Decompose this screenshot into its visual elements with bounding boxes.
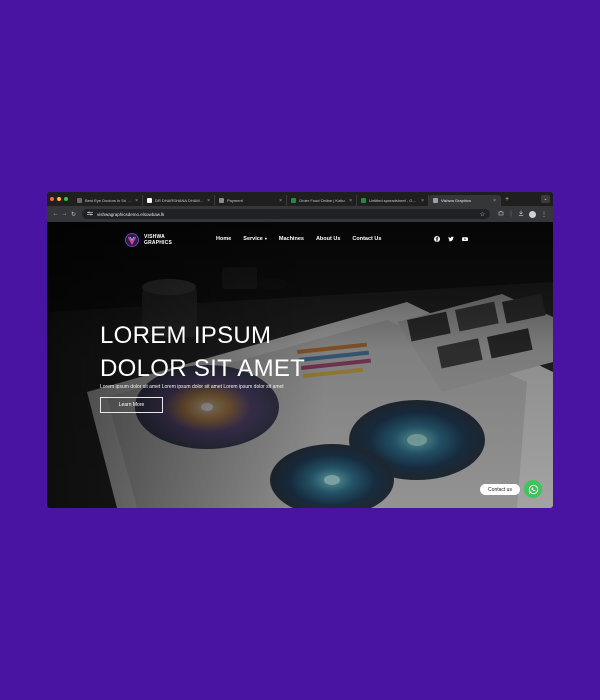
new-tab-button[interactable]: + [505,196,509,203]
learn-more-button[interactable]: Learn More [100,397,163,413]
browser-toolbar: ← → ↻ vishwagraphicsdemo.elsowbaw.lk ☆ |… [47,206,553,222]
tab-favicon-icon [219,198,224,203]
web-page: VISHWA GRAPHICS Home Service ▾ Machines A… [47,222,553,508]
hero-headline-line-1: LOREM IPSUM [100,322,272,349]
toolbar-divider: | [510,211,512,217]
logo-text: VISHWA GRAPHICS [144,234,172,246]
back-button[interactable]: ← [51,211,60,217]
whatsapp-icon [528,484,538,494]
social-links [434,236,468,242]
close-tab-icon[interactable]: × [135,198,138,204]
maximize-window-button[interactable] [64,197,68,201]
close-tab-icon[interactable]: × [279,198,282,204]
site-logo[interactable]: VISHWA GRAPHICS [125,233,172,247]
logo-line-2: GRAPHICS [144,240,172,246]
browser-tab[interactable]: DR DHARSHANA DHAMMIKA × [143,195,215,206]
tab-favicon-icon [291,198,296,203]
browser-tab[interactable]: Vishwa Graphics × [429,195,501,206]
close-window-button[interactable] [50,197,54,201]
tab-title: Order Food Online | Kottu [299,198,345,203]
star-icon[interactable]: ☆ [480,211,485,218]
minimize-window-button[interactable] [57,197,61,201]
tab-search-button[interactable]: ⌄ [541,195,550,203]
menu-service-label: Service [243,236,263,242]
browser-tab[interactable]: Untitled spreadsheet - Google Sheets× [357,195,429,206]
tab-title: Untitled spreadsheet - Google Sheets [369,198,418,203]
hero-subline: Lorem ipsum dolor sit amet Lorem ipsum d… [100,384,284,390]
close-tab-icon[interactable]: × [493,198,496,204]
hero-headline: LOREM IPSUM DOLOR SIT AMET [100,319,305,385]
chevron-down-icon: ▾ [264,236,267,241]
tab-favicon-icon [361,198,366,203]
browser-tab[interactable]: Payment × [215,195,287,206]
close-tab-icon[interactable]: × [349,198,352,204]
reload-button[interactable]: ↻ [69,211,78,218]
window-controls [50,197,68,201]
main-menu: Home Service ▾ Machines About Us Contact … [216,236,381,242]
tab-favicon-icon [77,198,82,203]
twitter-icon[interactable] [448,236,454,242]
address-bar[interactable]: vishwagraphicsdemo.elsowbaw.lk ☆ [82,209,490,219]
menu-machines[interactable]: Machines [279,236,304,242]
tab-title: Payment [227,198,243,203]
tab-favicon-icon [433,198,438,203]
youtube-icon[interactable] [462,236,468,242]
url-text: vishwagraphicsdemo.elsowbaw.lk [97,211,165,217]
menu-service[interactable]: Service ▾ [243,236,267,242]
tabs: Best Eye Doctors in Sri Lanka×DR DHARSHA… [73,192,501,206]
tab-title: DR DHARSHANA DHAMMIKA [155,198,205,203]
menu-about[interactable]: About Us [316,236,340,242]
logo-mark-icon [125,233,139,247]
browser-tab[interactable]: Order Food Online | Kottu × [287,195,357,206]
browser-window: Best Eye Doctors in Sri Lanka×DR DHARSHA… [47,192,553,508]
profile-icon[interactable] [529,210,536,218]
site-info-icon[interactable] [87,211,93,218]
hero-headline-line-2: DOLOR SIT AMET [100,355,306,382]
forward-button[interactable]: → [60,211,69,217]
menu-home[interactable]: Home [216,236,231,242]
tab-title: Best Eye Doctors in Sri Lanka [85,198,132,203]
menu-contact[interactable]: Contact Us [352,236,381,242]
tab-strip: Best Eye Doctors in Sri Lanka×DR DHARSHA… [47,192,553,206]
close-tab-icon[interactable]: × [421,198,424,204]
download-icon[interactable] [516,210,526,218]
tab-favicon-icon [147,198,152,203]
browser-tab[interactable]: Best Eye Doctors in Sri Lanka× [73,195,143,206]
close-tab-icon[interactable]: × [207,198,210,204]
whatsapp-button[interactable] [524,480,542,498]
tab-title: Vishwa Graphics [441,198,471,203]
extensions-icon[interactable] [496,210,506,218]
contact-us-label[interactable]: Contact us [480,484,520,495]
facebook-icon[interactable] [434,236,440,242]
menu-icon[interactable]: ⋮ [539,211,549,218]
site-navbar: VISHWA GRAPHICS Home Service ▾ Machines A… [47,222,553,257]
